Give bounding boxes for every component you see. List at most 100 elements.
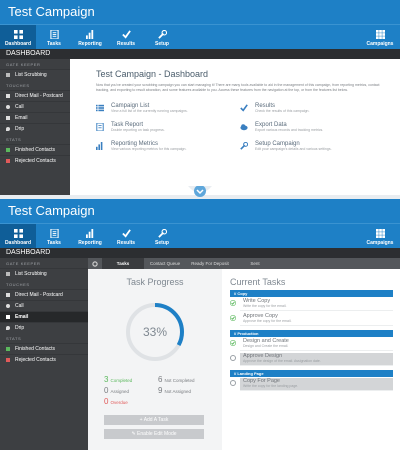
sidebar-item-list-scrubbing[interactable]: List Scrubbing xyxy=(0,69,70,80)
feature-desc: Double reporting on task progress. xyxy=(111,128,165,132)
nav-label: Setup xyxy=(155,240,169,246)
app-title: Test Campaign xyxy=(0,199,400,223)
sidebar-item-email[interactable]: Email xyxy=(0,311,88,322)
task-item[interactable]: Approve Design Approve the design of the … xyxy=(230,352,400,367)
sidebar-section-stats: STATS xyxy=(6,137,22,142)
feature-setup-campaign[interactable]: Setup Campaign Edit your campaign's detai… xyxy=(240,141,366,151)
feature-reporting-metrics[interactable]: Reporting Metrics View various reporting … xyxy=(96,141,222,151)
setup-icon xyxy=(157,30,167,39)
nav-label: Results xyxy=(116,240,136,246)
feature-export-data[interactable]: Export Data Export various records and tr… xyxy=(240,122,366,132)
tab-sent[interactable]: Sent xyxy=(234,258,276,269)
sidebar-item-call[interactable]: Call xyxy=(0,300,88,311)
feature-grid: Campaign List View a full list of the cur… xyxy=(96,103,366,151)
nav-results[interactable]: Results xyxy=(108,25,144,49)
nav-tasks[interactable]: Tasks xyxy=(36,224,72,248)
section-title: DASHBOARD xyxy=(0,49,400,59)
stat-not-completed: 6 Not Completed xyxy=(158,375,218,384)
progress-percent: 33% xyxy=(143,325,167,339)
nav-campaigns[interactable]: Campaigns xyxy=(360,25,400,49)
sidebar-item-finished-contacts[interactable]: Finished Contacts xyxy=(0,343,88,354)
tab-tasks[interactable]: Tasks xyxy=(102,258,144,269)
x-icon xyxy=(6,358,10,362)
nav-setup[interactable]: Setup xyxy=(144,25,180,49)
nav-reporting[interactable]: Reporting xyxy=(72,25,108,49)
nav-label: Dashboard xyxy=(4,240,32,246)
document-icon xyxy=(96,123,104,131)
current-tasks-title: Current Tasks xyxy=(230,277,286,287)
enable-edit-mode-button[interactable]: ✎ Enable Edit Mode xyxy=(104,429,204,439)
nav-label: Setup xyxy=(155,41,169,47)
sidebar-item-drip[interactable]: Drip xyxy=(0,322,88,333)
setup-icon xyxy=(157,229,167,238)
sidebar-item-label: Drip xyxy=(15,125,25,132)
send-icon xyxy=(6,116,10,120)
task-item[interactable]: Copy For Page Write the copy for the land… xyxy=(230,377,400,392)
phone-icon xyxy=(6,304,10,308)
top-nav: Dashboard Tasks Reporting Results Setup … xyxy=(0,24,400,49)
results-icon xyxy=(121,30,131,39)
task-group-header: // Copy xyxy=(230,290,393,297)
sidebar-section-gate-keeper: GATE KEEPER xyxy=(6,62,41,67)
feature-task-report[interactable]: Task Report Double reporting on task prog… xyxy=(96,122,222,132)
stat-assigned: 0 Assigned xyxy=(104,386,158,395)
add-task-button[interactable]: + Add A Task xyxy=(104,415,204,425)
mail-icon xyxy=(6,94,10,98)
task-item[interactable]: Approve Copy Approve the copy for the ema… xyxy=(230,312,400,327)
check-icon xyxy=(230,315,236,321)
sidebar-item-email[interactable]: Email xyxy=(0,112,70,123)
stat-not-assigned: 9 Not Assigned xyxy=(158,386,218,395)
feature-campaign-list[interactable]: Campaign List View a full list of the cur… xyxy=(96,103,222,113)
dashboard-main: Test Campaign - Dashboard Now that you'v… xyxy=(70,59,400,195)
nav-label: Tasks xyxy=(47,240,61,246)
cloud-icon xyxy=(240,124,248,131)
sidebar-item-direct-mail[interactable]: Direct Mail - Postcard xyxy=(0,289,88,300)
drop-icon xyxy=(6,326,10,330)
sidebar-item-list-scrubbing[interactable]: List Scrubbing xyxy=(0,268,88,279)
bar-chart-icon xyxy=(96,142,103,150)
sidebar-item-finished-contacts[interactable]: Finished Contacts xyxy=(0,144,70,155)
drop-icon xyxy=(6,127,10,131)
nav-results[interactable]: Results xyxy=(108,224,144,248)
task-group-header: // Landing Page xyxy=(230,370,393,377)
feature-results[interactable]: Results Check the results of this campaig… xyxy=(240,103,366,113)
task-item[interactable]: Write Copy Write the copy for the email. xyxy=(230,297,400,312)
nav-reporting[interactable]: Reporting xyxy=(72,224,108,248)
stat-label: Not Assigned xyxy=(164,389,191,394)
stat-label: Completed xyxy=(110,378,133,383)
nav-dashboard[interactable]: Dashboard xyxy=(0,25,36,49)
sidebar-item-direct-mail[interactable]: Direct Mail - Postcard xyxy=(0,90,70,101)
sidebar-item-label: Call xyxy=(15,302,24,309)
sidebar-item-rejected-contacts[interactable]: Rejected Contacts xyxy=(0,354,88,365)
sidebar-item-label: List Scrubbing xyxy=(15,71,47,78)
tab-contact-queue[interactable]: Contact Queue xyxy=(144,258,186,269)
sidebar-item-label: Finished Contacts xyxy=(15,345,56,352)
task-item[interactable]: Design and Create Design and Create the e… xyxy=(230,337,400,352)
task-progress-panel: Task Progress 33% 3 Completed 6 Not Comple… xyxy=(88,269,222,450)
progress-stats: 3 Completed 6 Not Completed 0 Assigned 9 Not… xyxy=(104,375,218,406)
sidebar-item-drip[interactable]: Drip xyxy=(0,123,70,134)
nav-tasks[interactable]: Tasks xyxy=(36,25,72,49)
sidebar-section-stats: STATS xyxy=(6,336,22,341)
nav-dashboard[interactable]: Dashboard xyxy=(0,224,36,248)
sidebar-item-rejected-contacts[interactable]: Rejected Contacts xyxy=(0,155,70,166)
tab-ready-for-deposit[interactable]: Ready For Deposit xyxy=(186,258,234,269)
settings-tab[interactable] xyxy=(88,258,102,269)
sidebar-section-touches: TOUCHES xyxy=(6,83,30,88)
dashboard-title: Test Campaign - Dashboard xyxy=(96,69,209,79)
tasks-icon xyxy=(49,229,59,238)
task-desc: Approve the copy for the email. xyxy=(243,319,292,323)
nav-campaigns[interactable]: Campaigns xyxy=(360,224,400,248)
nav-setup[interactable]: Setup xyxy=(144,224,180,248)
x-icon xyxy=(6,159,10,163)
check-icon xyxy=(6,148,10,152)
stat-number: 0 xyxy=(104,386,109,395)
circle-icon xyxy=(230,355,236,361)
sidebar: GATE KEEPER List Scrubbing TOUCHES Direc… xyxy=(0,258,88,450)
chevron-down-icon xyxy=(188,186,212,200)
sidebar-item-call[interactable]: Call xyxy=(0,101,70,112)
top-nav: Dashboard Tasks Reporting Results Setup … xyxy=(0,223,400,248)
check-icon xyxy=(6,347,10,351)
feature-desc: Check the results of this campaign. xyxy=(255,109,310,113)
stat-number: 3 xyxy=(104,375,109,384)
